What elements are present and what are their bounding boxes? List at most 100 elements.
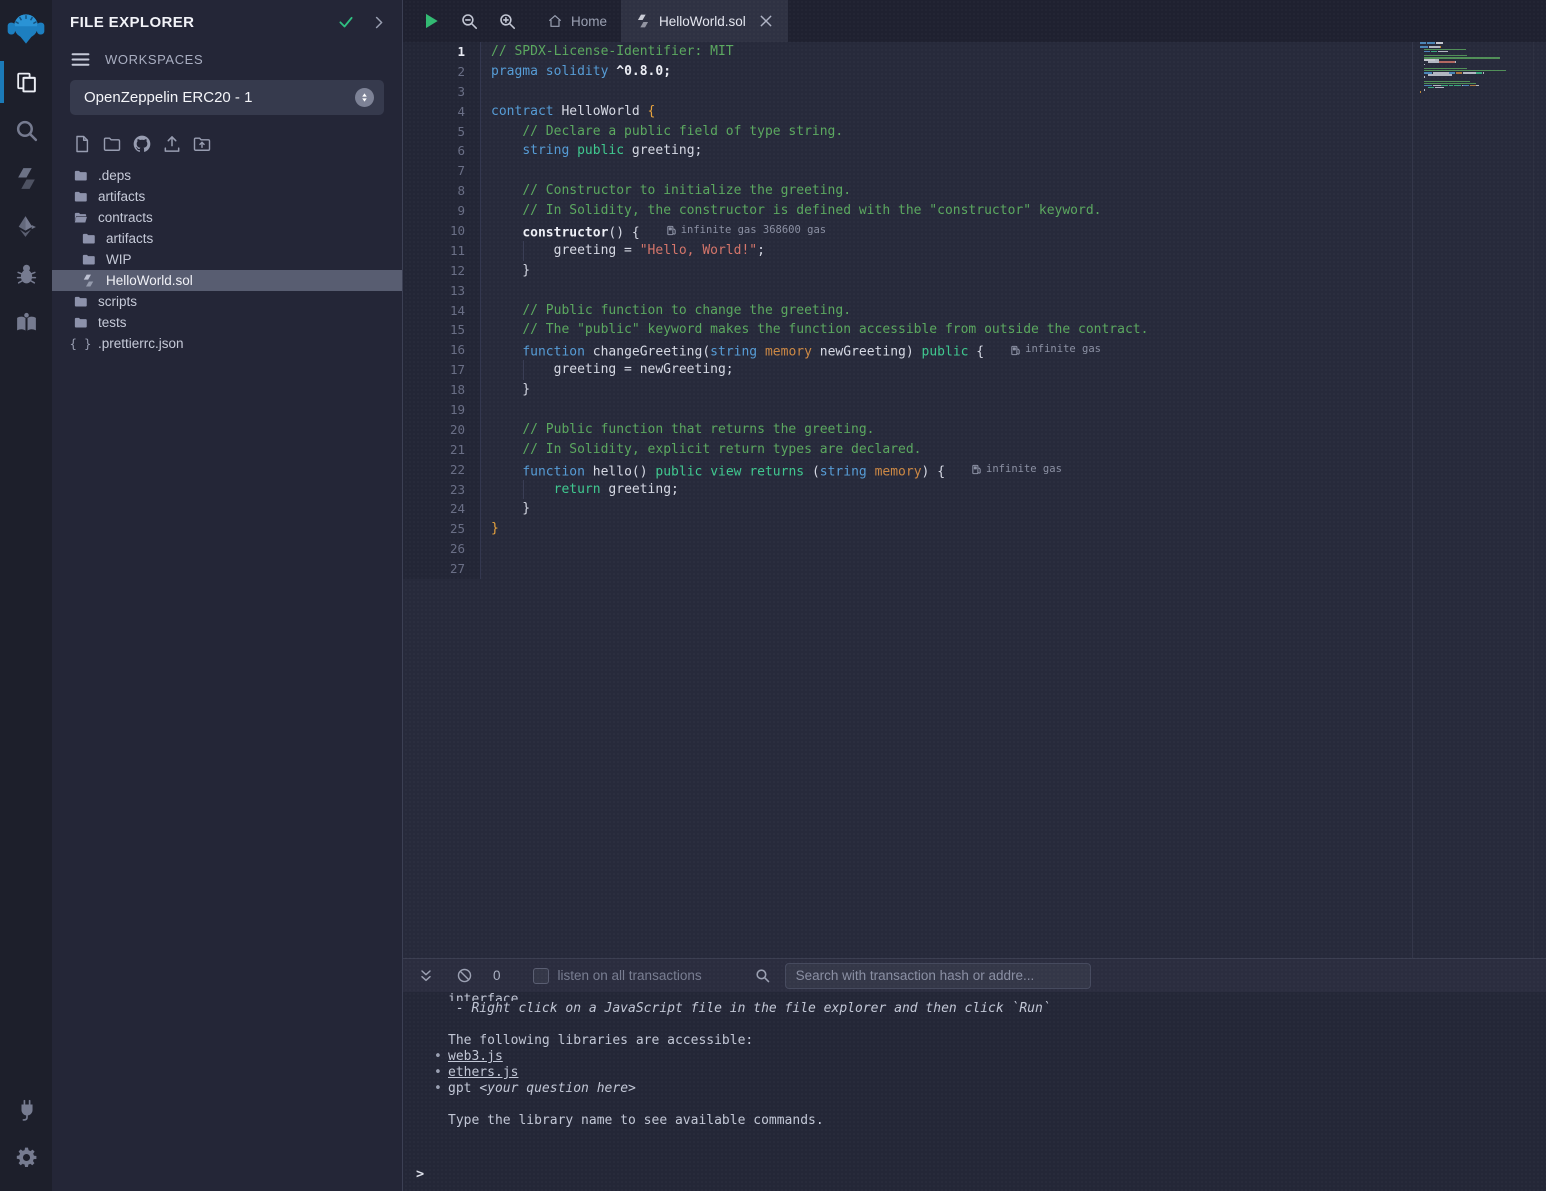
code-text: [481, 82, 491, 102]
activity-remix-logo[interactable]: [0, 0, 52, 58]
line-number: 14: [403, 301, 481, 321]
code-text: // Constructor to initialize the greetin…: [481, 181, 851, 201]
tree-item-helloworld-sol[interactable]: HelloWorld.sol: [52, 270, 402, 291]
upload-file-icon[interactable]: [160, 132, 183, 155]
terminal-search-input[interactable]: [785, 963, 1091, 989]
code-line-18: 18 }: [403, 380, 1412, 400]
editor-scrollbar[interactable]: [1533, 42, 1534, 958]
minimap-divider: [1412, 42, 1413, 958]
tab-helloworld-sol[interactable]: HelloWorld.sol: [621, 0, 788, 42]
transaction-count-badge: 0: [493, 968, 501, 983]
file-explorer-icon: [14, 70, 39, 95]
activity-learneth[interactable]: [0, 298, 52, 346]
line-number: 7: [403, 161, 481, 181]
line-number: 24: [403, 499, 481, 519]
code-line-25: 25}: [403, 519, 1412, 539]
line-number: 17: [403, 360, 481, 380]
upload-folder-icon[interactable]: [190, 132, 213, 155]
gas-pump-icon: [971, 464, 982, 475]
code-text: }: [481, 380, 530, 400]
tab-home-label: Home: [571, 14, 607, 29]
workspace-updown-icon[interactable]: [355, 88, 374, 107]
code-text: [481, 281, 491, 301]
new-file-icon[interactable]: [70, 132, 93, 155]
tab-helloworld-label: HelloWorld.sol: [659, 14, 746, 29]
editor-tabbar: Home HelloWorld.sol: [403, 0, 1546, 42]
gas-pump-icon: [1010, 345, 1021, 356]
tree-item-artifacts[interactable]: artifacts: [52, 186, 402, 207]
new-folder-icon[interactable]: [100, 132, 123, 155]
code-text: }: [481, 519, 499, 539]
folder-icon: [72, 189, 89, 204]
activity-settings[interactable]: [0, 1133, 52, 1181]
code-text: // Public function to change the greetin…: [481, 301, 851, 321]
activity-plugin-manager[interactable]: [0, 1085, 52, 1133]
terminal[interactable]: interface - Right click on a JavaScript …: [403, 992, 1546, 1191]
folder-open-icon: [72, 210, 89, 225]
code-text: [481, 400, 491, 420]
code-line-15: 15 // The "public" keyword makes the fun…: [403, 320, 1412, 340]
tree-item-contracts[interactable]: contracts: [52, 207, 402, 228]
bullet: •: [434, 1049, 442, 1065]
bullet: •: [434, 1081, 442, 1097]
collapse-panel-chevron-icon[interactable]: [371, 15, 386, 30]
code-line-26: 26: [403, 539, 1412, 559]
line-number: 5: [403, 122, 481, 142]
activity-solidity-compiler[interactable]: [0, 154, 52, 202]
code-text: // In Solidity, explicit return types ar…: [481, 440, 921, 460]
tree-item-tests[interactable]: tests: [52, 312, 402, 333]
code-text: // Declare a public field of type string…: [481, 122, 843, 142]
line-number: 23: [403, 480, 481, 500]
workspaces-label: WORKSPACES: [105, 52, 203, 67]
line-number: 20: [403, 420, 481, 440]
tab-home[interactable]: Home: [533, 0, 621, 42]
terminal-search-icon: [754, 967, 771, 984]
line-number: 16: [403, 340, 481, 360]
terminal-expand-icon[interactable]: [418, 968, 434, 984]
code-text: pragma solidity ^0.8.0;: [481, 62, 671, 82]
code-text: function changeGreeting(string memory ne…: [481, 340, 1101, 360]
code-text: // In Solidity, the constructor is defin…: [481, 201, 1102, 221]
code-text: greeting = newGreeting;: [481, 360, 734, 380]
terminal-prompt[interactable]: >: [416, 1166, 424, 1182]
activity-deploy-run[interactable]: [0, 202, 52, 250]
code-line-5: 5 // Declare a public field of type stri…: [403, 122, 1412, 142]
tree-item-artifacts[interactable]: artifacts: [52, 228, 402, 249]
activity-file-explorer[interactable]: [0, 58, 52, 106]
workspace-select[interactable]: OpenZeppelin ERC20 - 1: [70, 80, 384, 115]
terminal-link[interactable]: web3.js: [448, 1049, 503, 1064]
remix-ide-window: FILE EXPLORER WORKSPACES OpenZeppelin ER…: [0, 0, 1546, 1191]
workspaces-menu-icon[interactable]: [70, 49, 91, 70]
tree-item-wip[interactable]: WIP: [52, 249, 402, 270]
terminal-link[interactable]: ethers.js: [448, 1065, 518, 1080]
clone-github-icon[interactable]: [130, 132, 153, 155]
line-number: 15: [403, 320, 481, 340]
minimap[interactable]: [1420, 42, 1526, 98]
folder-icon: [72, 168, 89, 183]
tree-item--deps[interactable]: .deps: [52, 165, 402, 186]
code-editor[interactable]: 1// SPDX-License-Identifier: MIT2pragma …: [403, 42, 1546, 958]
code-line-6: 6 string public greeting;: [403, 141, 1412, 161]
listen-transactions-checkbox[interactable]: [533, 968, 549, 984]
deploy-run-icon: [14, 214, 39, 239]
folder-icon: [72, 315, 89, 330]
json-icon: { }: [72, 336, 89, 351]
activity-debugger[interactable]: [0, 250, 52, 298]
code-line-7: 7: [403, 161, 1412, 181]
zoom-in-icon[interactable]: [495, 9, 519, 33]
tab-close-icon[interactable]: [758, 13, 774, 29]
zoom-out-icon[interactable]: [457, 9, 481, 33]
run-script-button[interactable]: [419, 9, 443, 33]
folder-icon: [80, 231, 97, 246]
code-line-17: 17 greeting = newGreeting;: [403, 360, 1412, 380]
activity-search[interactable]: [0, 106, 52, 154]
tree-item-scripts[interactable]: scripts: [52, 291, 402, 312]
folder-icon: [72, 294, 89, 309]
tree-item--prettierrc-json[interactable]: { }.prettierrc.json: [52, 333, 402, 354]
tree-item-label: contracts: [98, 210, 153, 225]
code-line-9: 9 // In Solidity, the constructor is def…: [403, 201, 1412, 221]
check-icon[interactable]: [337, 13, 355, 31]
tree-item-label: artifacts: [98, 189, 145, 204]
indent-guide: [523, 360, 524, 380]
clear-console-icon[interactable]: [456, 967, 473, 984]
